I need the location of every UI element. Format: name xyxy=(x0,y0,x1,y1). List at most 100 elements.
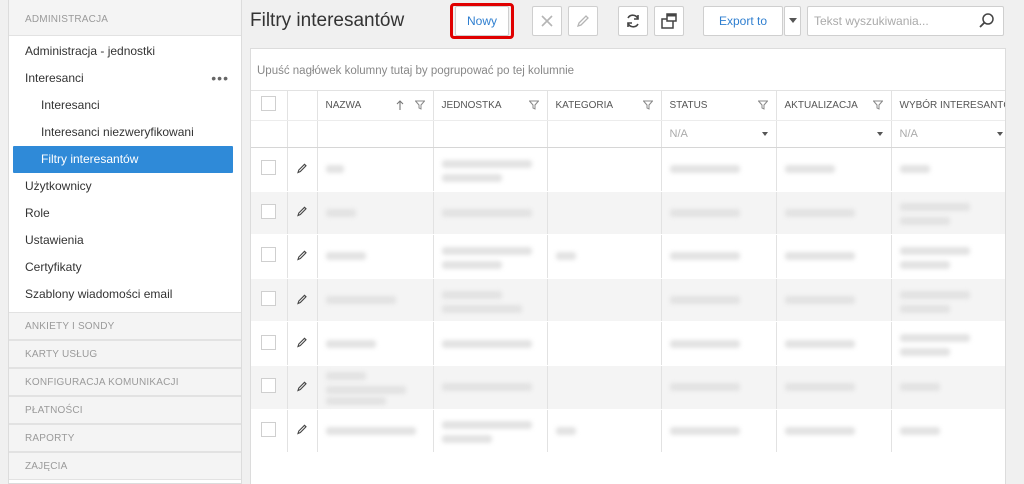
redacted-value xyxy=(784,383,855,392)
row-checkbox[interactable] xyxy=(261,421,276,437)
redacted-value xyxy=(669,252,740,261)
pencil-icon[interactable] xyxy=(296,205,308,217)
filter-icon[interactable] xyxy=(872,100,883,110)
table-cell xyxy=(661,191,777,236)
layout-button[interactable] xyxy=(654,6,684,36)
redacted-value xyxy=(784,296,855,305)
pencil-icon[interactable] xyxy=(296,249,308,261)
row-checkbox[interactable] xyxy=(261,378,276,394)
row-edit-cell xyxy=(287,365,318,410)
sidebar-item-interesanci-niezweryfikowani[interactable]: Interesanci niezweryfikowani xyxy=(9,119,241,146)
more-options-icon[interactable]: ••• xyxy=(211,65,229,92)
row-edit-cell xyxy=(287,321,318,366)
export-button[interactable]: Export to xyxy=(703,6,783,36)
edit-button[interactable] xyxy=(568,6,598,36)
sidebar-item-certyfikaty[interactable]: Certyfikaty xyxy=(9,254,241,281)
table-cell xyxy=(317,409,434,454)
filter-icon[interactable] xyxy=(528,100,539,110)
row-checkbox[interactable] xyxy=(261,247,276,263)
table-row[interactable] xyxy=(251,409,1005,454)
redacted-value xyxy=(441,246,532,255)
column-header-wybor[interactable]: WYBÓR INTERESANTÓW xyxy=(891,91,1005,121)
row-checkbox[interactable] xyxy=(261,160,276,176)
section-header-platnosci[interactable]: PŁATNOŚCI xyxy=(9,396,241,424)
section-header-konfiguracja[interactable]: KONFIGURACJA KOMUNIKACJI xyxy=(9,368,241,396)
table-row[interactable] xyxy=(251,234,1005,279)
refresh-button[interactable] xyxy=(618,6,648,36)
delete-button[interactable] xyxy=(532,6,562,36)
pencil-icon[interactable] xyxy=(296,423,308,435)
column-header-kategoria[interactable]: KATEGORIA xyxy=(547,91,662,121)
column-header-status[interactable]: STATUS xyxy=(661,91,777,121)
sort-ascending-icon[interactable] xyxy=(396,100,404,110)
section-header-ankiety[interactable]: ANKIETY I SONDY xyxy=(9,312,241,340)
filter-status[interactable]: N/A xyxy=(661,120,777,148)
sidebar-item-administracja-jednostki[interactable]: Administracja - jednostki xyxy=(9,38,241,65)
column-header-jednostka[interactable]: JEDNOSTKA xyxy=(433,91,548,121)
row-checkbox[interactable] xyxy=(261,334,276,350)
group-panel-hint[interactable]: Upuść nagłówek kolumny tutaj by pogrupow… xyxy=(251,49,1005,91)
row-select-cell xyxy=(251,191,288,236)
row-checkbox[interactable] xyxy=(261,291,276,307)
filter-wybor[interactable]: N/A xyxy=(891,120,1005,148)
column-header-aktualizacja[interactable]: AKTUALIZACJA xyxy=(776,91,892,121)
chevron-down-icon xyxy=(996,131,1003,136)
redacted-value xyxy=(325,372,366,381)
section-header-zajecia[interactable]: ZAJĘCIA xyxy=(9,452,241,480)
section-header-raporty[interactable]: RAPORTY xyxy=(9,424,241,452)
filter-jednostka[interactable] xyxy=(433,120,548,148)
table-row[interactable] xyxy=(251,191,1005,236)
search-icon[interactable] xyxy=(978,12,996,30)
column-header-nazwa[interactable]: NAZWA xyxy=(317,91,434,121)
sidebar-item-interesanci-group[interactable]: Interesanci ••• xyxy=(9,65,241,92)
redacted-value xyxy=(899,217,950,226)
redacted-value xyxy=(441,290,502,299)
section-header-administracja[interactable]: ADMINISTRACJA xyxy=(9,0,241,36)
table-cell xyxy=(891,147,1005,192)
table-row[interactable] xyxy=(251,147,1005,192)
sidebar-item-filtry-interesantow[interactable]: Filtry interesantów xyxy=(13,146,233,173)
table-cell xyxy=(547,321,662,366)
sidebar-item-szablony[interactable]: Szablony wiadomości email xyxy=(9,281,241,308)
row-edit-cell xyxy=(287,191,318,236)
table-cell xyxy=(317,278,434,323)
filter-icon[interactable] xyxy=(757,100,768,110)
table-row[interactable] xyxy=(251,365,1005,410)
table-row[interactable] xyxy=(251,321,1005,366)
filter-icon[interactable] xyxy=(642,100,653,110)
redacted-value xyxy=(441,421,532,430)
sidebar-item-role[interactable]: Role xyxy=(9,200,241,227)
redacted-value xyxy=(441,383,532,392)
search-input[interactable] xyxy=(808,8,978,34)
pencil-icon[interactable] xyxy=(296,162,308,174)
filter-aktualizacja[interactable] xyxy=(776,120,892,148)
table-cell xyxy=(547,234,662,279)
redacted-value xyxy=(669,339,740,348)
table-cell xyxy=(891,278,1005,323)
row-checkbox[interactable] xyxy=(261,203,276,219)
section-header-karty-uslug[interactable]: KARTY USŁUG xyxy=(9,340,241,368)
redacted-value xyxy=(899,290,970,299)
pencil-icon[interactable] xyxy=(296,380,308,392)
filter-icon[interactable] xyxy=(414,100,425,110)
sidebar-item-interesanci[interactable]: Interesanci xyxy=(9,92,241,119)
table-row[interactable] xyxy=(251,278,1005,323)
chevron-down-icon xyxy=(761,131,768,136)
export-dropdown-button[interactable] xyxy=(784,6,801,36)
search-box[interactable] xyxy=(807,6,1004,36)
filter-kategoria[interactable] xyxy=(547,120,662,148)
sidebar-item-ustawienia[interactable]: Ustawienia xyxy=(9,227,241,254)
page-title: Filtry interesantów xyxy=(250,10,405,31)
sidebar-item-uzytkownicy[interactable]: Użytkownicy xyxy=(9,173,241,200)
table-cell xyxy=(433,234,548,279)
table-cell xyxy=(661,278,777,323)
row-edit-cell xyxy=(287,278,318,323)
filter-nazwa[interactable] xyxy=(317,120,434,148)
select-all-checkbox[interactable] xyxy=(261,96,276,112)
redacted-value xyxy=(441,173,502,182)
pencil-icon[interactable] xyxy=(296,336,308,348)
row-edit-cell xyxy=(287,234,318,279)
pencil-icon[interactable] xyxy=(296,293,308,305)
table-cell xyxy=(433,147,548,192)
redacted-value xyxy=(325,165,344,174)
